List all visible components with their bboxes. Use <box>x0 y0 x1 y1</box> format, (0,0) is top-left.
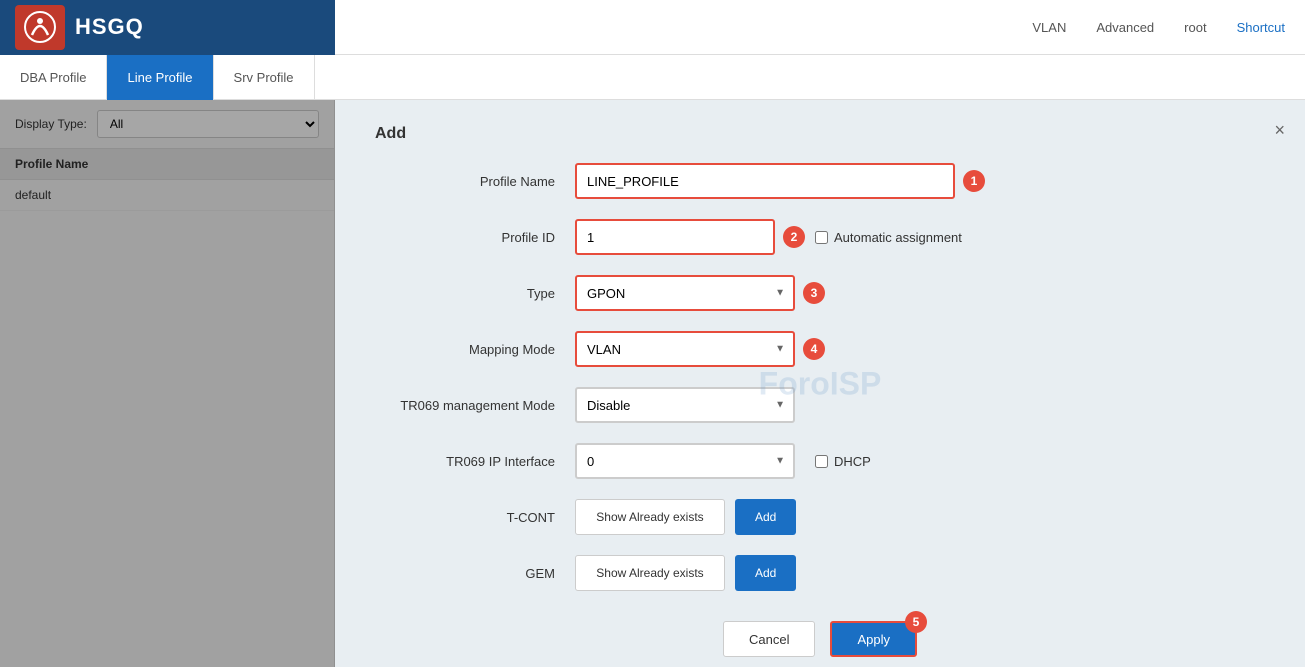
apply-button[interactable]: Apply <box>830 621 917 657</box>
tr069-ip-label: TR069 IP Interface <box>375 454 575 469</box>
tab-srv-profile[interactable]: Srv Profile <box>214 55 315 100</box>
tr069-ip-row: TR069 IP Interface 0 ▼ DHCP <box>375 443 1265 479</box>
auto-assignment-label: Automatic assignment <box>834 230 962 245</box>
dhcp-row: DHCP <box>815 454 871 469</box>
nav-advanced[interactable]: Advanced <box>1096 20 1154 35</box>
profile-name-row: Profile Name 1 <box>375 163 1265 199</box>
step-badge-4: 4 <box>803 338 825 360</box>
logo-area: HSGQ <box>0 0 335 55</box>
nav-shortcut[interactable]: Shortcut <box>1237 20 1285 35</box>
step-badge-5: 5 <box>905 611 927 633</box>
type-select[interactable]: GPON EPON 10G-EPON <box>575 275 795 311</box>
tcont-label: T-CONT <box>375 510 575 525</box>
cancel-button[interactable]: Cancel <box>723 621 815 657</box>
tcont-show-button[interactable]: Show Already exists <box>575 499 725 535</box>
badge-group-1: 1 <box>575 163 985 199</box>
tr069-mode-select-wrapper: Disable Enable ▼ <box>575 387 795 423</box>
dialog-footer: Cancel Apply 5 <box>375 621 1265 657</box>
type-label: Type <box>375 286 575 301</box>
auto-assignment-checkbox[interactable] <box>815 231 828 244</box>
content-area: Display Type: All Profile Name default P… <box>0 100 1305 667</box>
tab-line-profile[interactable]: Line Profile <box>107 55 213 100</box>
tr069-mode-label: TR069 management Mode <box>375 398 575 413</box>
step-badge-3: 3 <box>803 282 825 304</box>
tab-dba-profile[interactable]: DBA Profile <box>0 55 107 100</box>
top-navigation: HSGQ VLAN Advanced root Shortcut <box>0 0 1305 55</box>
type-row: Type GPON EPON 10G-EPON ▼ 3 <box>375 275 1265 311</box>
profile-name-label: Profile Name <box>375 174 575 189</box>
tr069-ip-select[interactable]: 0 <box>575 443 795 479</box>
type-select-wrapper: GPON EPON 10G-EPON ▼ <box>575 275 795 311</box>
tr069-mode-select[interactable]: Disable Enable <box>575 387 795 423</box>
nav-vlan[interactable]: VLAN <box>1032 20 1066 35</box>
badge-group-2: 2 Automatic assignment <box>575 219 962 255</box>
dhcp-label: DHCP <box>834 454 871 469</box>
auto-assignment-row: Automatic assignment <box>815 230 962 245</box>
add-dialog: Add × ForoISP Profile Name 1 Profile ID … <box>335 100 1305 667</box>
dialog-title: Add <box>375 125 1265 143</box>
tr069-mode-row: TR069 management Mode Disable Enable ▼ <box>375 387 1265 423</box>
profile-id-row: Profile ID 2 Automatic assignment <box>375 219 1265 255</box>
gem-add-button[interactable]: Add <box>735 555 796 591</box>
tcont-add-button[interactable]: Add <box>735 499 796 535</box>
mapping-mode-select[interactable]: VLAN GEM TCI <box>575 331 795 367</box>
nav-links: VLAN Advanced root Shortcut <box>335 20 1305 35</box>
gem-row: GEM Show Already exists Add <box>375 555 1265 591</box>
gem-show-button[interactable]: Show Already exists <box>575 555 725 591</box>
nav-root[interactable]: root <box>1184 20 1206 35</box>
tcont-row: T-CONT Show Already exists Add <box>375 499 1265 535</box>
logo-icon <box>15 5 65 50</box>
profile-id-input[interactable] <box>575 219 775 255</box>
apply-btn-wrapper: Apply 5 <box>830 621 917 657</box>
mapping-mode-row: Mapping Mode VLAN GEM TCI ▼ 4 <box>375 331 1265 367</box>
close-dialog-button[interactable]: × <box>1274 120 1285 141</box>
profile-id-label: Profile ID <box>375 230 575 245</box>
sub-navigation: DBA Profile Line Profile Srv Profile <box>0 55 1305 100</box>
dhcp-checkbox[interactable] <box>815 455 828 468</box>
tr069-ip-select-wrapper: 0 ▼ <box>575 443 795 479</box>
badge-group-3: GPON EPON 10G-EPON ▼ 3 <box>575 275 825 311</box>
step-badge-2: 2 <box>783 226 805 248</box>
logo-text: HSGQ <box>75 14 144 40</box>
mapping-mode-label: Mapping Mode <box>375 342 575 357</box>
step-badge-1: 1 <box>963 170 985 192</box>
mapping-mode-select-wrapper: VLAN GEM TCI ▼ <box>575 331 795 367</box>
gem-label: GEM <box>375 566 575 581</box>
badge-group-4: VLAN GEM TCI ▼ 4 <box>575 331 825 367</box>
profile-name-input[interactable] <box>575 163 955 199</box>
